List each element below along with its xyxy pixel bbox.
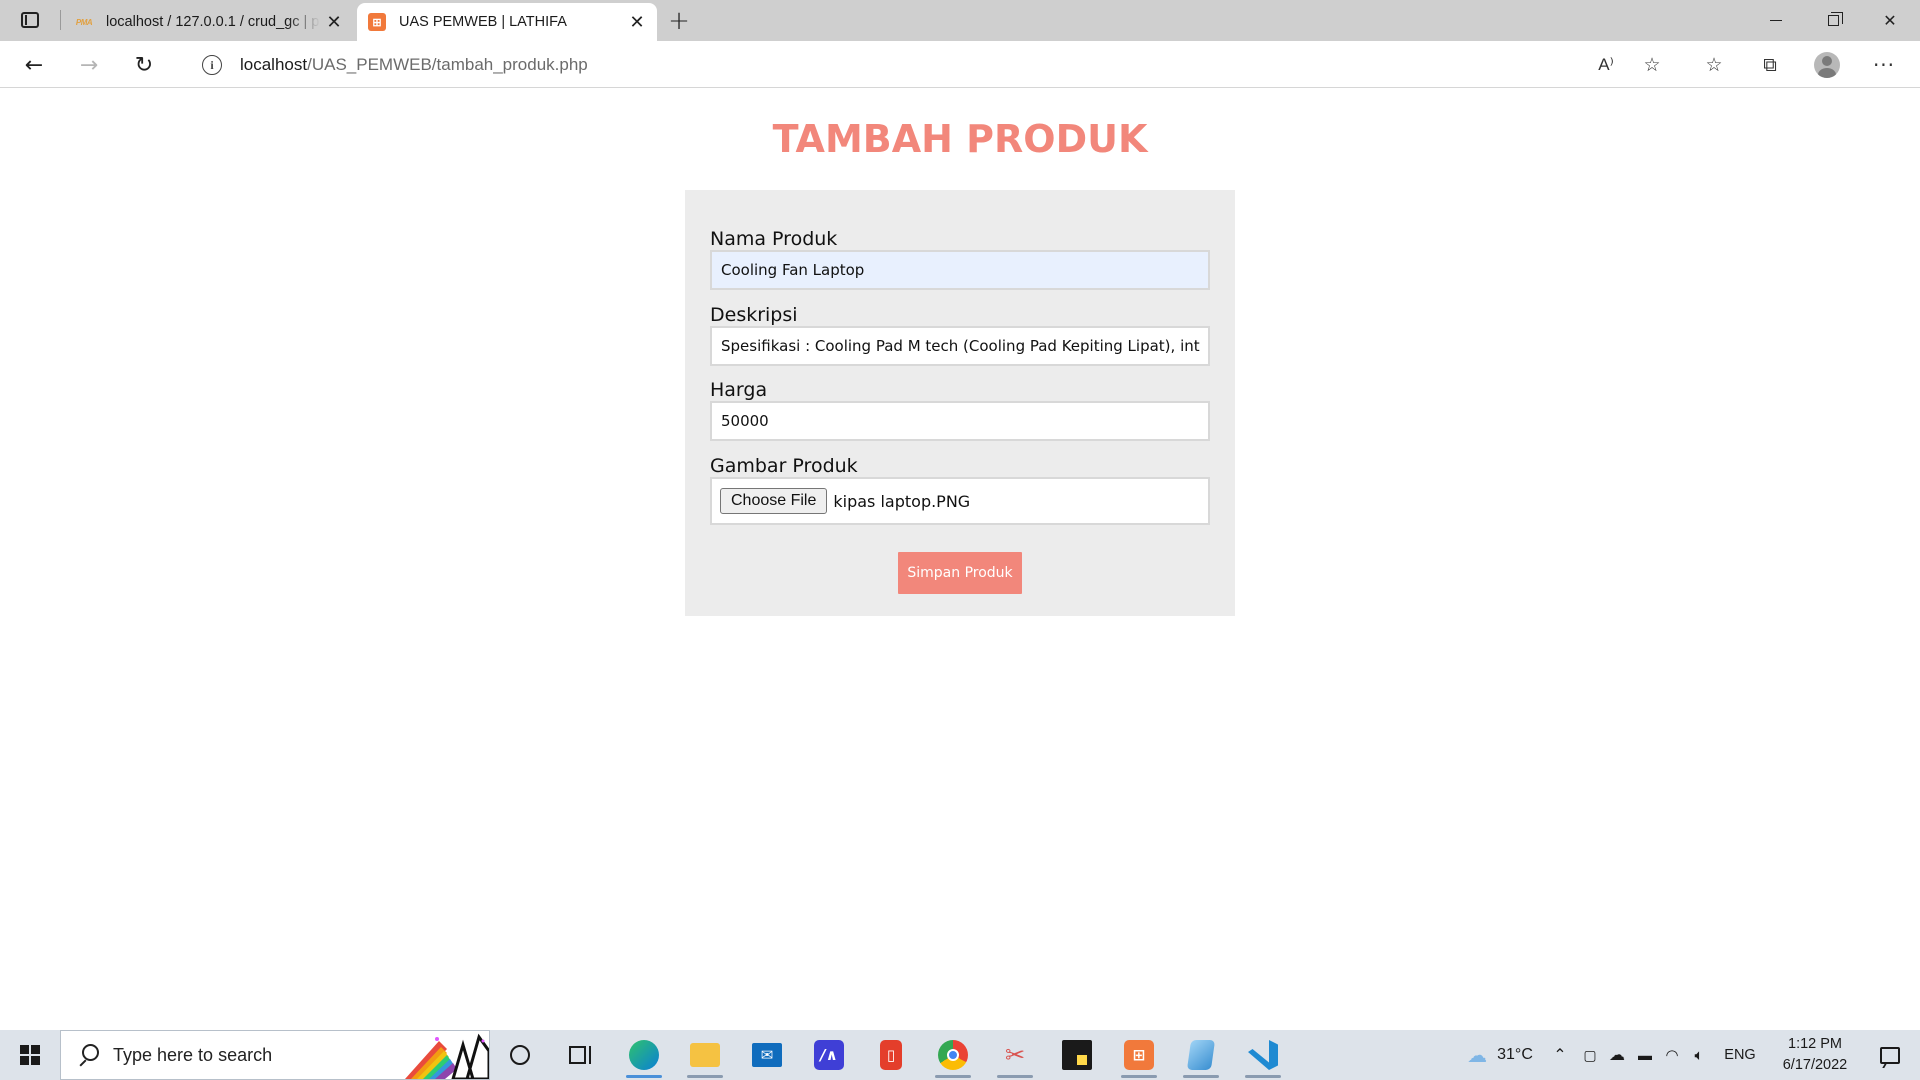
weather-widget[interactable]: ☁ 31°C: [1448, 1030, 1552, 1080]
clock-time: 1:12 PM: [1788, 1036, 1842, 1052]
page-content: TAMBAH PRODUK Nama Produk Cooling Fan La…: [0, 89, 1920, 1030]
search-icon: [77, 1044, 99, 1066]
save-product-button[interactable]: Simpan Produk: [898, 552, 1022, 594]
product-name-input[interactable]: Cooling Fan Laptop: [710, 250, 1210, 290]
collections-icon[interactable]: ⧉: [1752, 47, 1788, 83]
edge-icon: [629, 1040, 659, 1070]
snipping-tool-icon: ✂: [1004, 1041, 1026, 1069]
profile-button[interactable]: [1809, 47, 1845, 83]
windows-icon: [20, 1045, 40, 1065]
tab-separator: [60, 10, 61, 30]
taskbar-app-mail[interactable]: ✉: [737, 1030, 797, 1080]
tab-close-button[interactable]: ✕: [320, 8, 348, 36]
input-language[interactable]: ENG: [1718, 1030, 1762, 1080]
clock-date: 6/17/2022: [1782, 1057, 1848, 1073]
reload-button[interactable]: ↻: [126, 47, 162, 83]
minimize-button[interactable]: [1748, 0, 1804, 41]
taskbar-app-xampp[interactable]: ⊞: [1109, 1030, 1169, 1080]
restore-button[interactable]: [1805, 0, 1861, 41]
description-label: Deskripsi: [710, 304, 798, 326]
page-title: TAMBAH PRODUK: [772, 117, 1148, 161]
product-image-file-input: Choose File kipas laptop.PNG: [710, 477, 1210, 525]
sticky-notes-icon: [1062, 1040, 1092, 1070]
close-window-button[interactable]: ✕: [1862, 0, 1918, 41]
weather-temperature: 31°C: [1497, 1046, 1533, 1063]
add-product-form: Nama Produk Cooling Fan Laptop Deskripsi…: [685, 190, 1235, 616]
price-label: Harga: [710, 379, 768, 401]
battery-icon[interactable]: ▬: [1632, 1030, 1658, 1080]
site-info-icon[interactable]: i: [202, 55, 222, 75]
taskbar-app-vscode[interactable]: [1233, 1030, 1293, 1080]
file-explorer-icon: [690, 1043, 720, 1067]
onedrive-icon[interactable]: ☁: [1604, 1030, 1630, 1080]
choose-file-button[interactable]: Choose File: [720, 488, 828, 514]
read-aloud-icon[interactable]: A⁾: [1588, 47, 1624, 83]
volume-icon[interactable]: 🔈︎: [1686, 1030, 1712, 1080]
browser-tab-strip: PMA localhost / 127.0.0.1 / crud_gc | p …: [0, 0, 1920, 41]
tab-phpmyadmin[interactable]: PMA localhost / 127.0.0.1 / crud_gc | p …: [64, 3, 354, 41]
taskbar-app-office[interactable]: ▯: [861, 1030, 921, 1080]
notification-icon: [1880, 1046, 1900, 1064]
tab-title: UAS PEMWEB | LATHIFA: [399, 14, 567, 30]
price-input[interactable]: 50000: [710, 401, 1210, 441]
tab-actions-icon: [21, 12, 39, 28]
back-button[interactable]: ←: [16, 47, 52, 83]
taskbar-app-notepad[interactable]: [1171, 1030, 1231, 1080]
add-favorite-icon[interactable]: ☆: [1634, 47, 1670, 83]
tab-uas-pemweb[interactable]: ⊞ UAS PEMWEB | LATHIFA ✕: [357, 3, 657, 41]
taskbar-app-file-explorer[interactable]: [675, 1030, 735, 1080]
office-icon: ▯: [880, 1040, 902, 1070]
minimize-icon: [1770, 20, 1782, 21]
tab-actions-button[interactable]: [14, 6, 46, 34]
notification-center-button[interactable]: [1862, 1030, 1918, 1080]
product-image-label: Gambar Produk: [710, 455, 858, 477]
taskbar-app-chrome[interactable]: [923, 1030, 983, 1080]
taskbar-app-visual-studio[interactable]: /∧: [799, 1030, 859, 1080]
new-tab-button[interactable]: +: [664, 6, 694, 36]
url-text[interactable]: localhost/UAS_PEMWEB/tambah_produk.php: [240, 55, 588, 75]
restore-icon: [1827, 12, 1843, 26]
browser-toolbar: ← → ↻ i localhost/UAS_PEMWEB/tambah_prod…: [0, 41, 1920, 88]
taskbar-app-sticky-notes[interactable]: [1047, 1030, 1107, 1080]
xampp-icon: ⊞: [1124, 1040, 1154, 1070]
forward-button[interactable]: →: [71, 47, 107, 83]
visual-studio-icon: /∧: [814, 1040, 844, 1070]
weather-icon: ☁: [1467, 1044, 1488, 1067]
chrome-icon: [938, 1040, 968, 1070]
tab-title: localhost / 127.0.0.1 / crud_gc | p: [106, 14, 320, 30]
task-view-button[interactable]: [550, 1030, 610, 1080]
taskbar-app-snipping-tool[interactable]: ✂: [985, 1030, 1045, 1080]
cortana-icon: [510, 1045, 530, 1065]
start-button[interactable]: [0, 1030, 60, 1080]
show-hidden-icons-button[interactable]: ⌃: [1546, 1030, 1574, 1080]
favorites-icon[interactable]: ☆: [1696, 47, 1732, 83]
taskbar-search-box[interactable]: Type here to search: [60, 1030, 490, 1080]
description-input[interactable]: Spesifikasi : Cooling Pad M tech (Coolin…: [710, 326, 1210, 366]
search-placeholder: Type here to search: [113, 1044, 273, 1065]
cortana-button[interactable]: [490, 1030, 550, 1080]
address-bar[interactable]: i localhost/UAS_PEMWEB/tambah_produk.php: [180, 46, 1670, 84]
xampp-icon: ⊞: [367, 13, 387, 31]
selected-file-name: kipas laptop.PNG: [833, 491, 971, 511]
notepad-icon: [1186, 1040, 1216, 1070]
taskbar-app-edge[interactable]: [614, 1030, 674, 1080]
more-menu-icon[interactable]: ···: [1866, 47, 1902, 83]
phpmyadmin-icon: PMA: [75, 17, 93, 27]
vscode-icon: [1248, 1040, 1278, 1070]
mail-icon: ✉: [752, 1043, 782, 1067]
meet-now-icon[interactable]: ▢: [1578, 1030, 1602, 1080]
task-view-icon: [569, 1046, 591, 1064]
taskbar-clock[interactable]: 1:12 PM 6/17/2022: [1760, 1034, 1870, 1076]
avatar: [1814, 52, 1840, 78]
product-name-label: Nama Produk: [710, 228, 838, 250]
windows-taskbar: Type here to search ✉ /∧ ▯ ✂ ⊞ ☁ 31°C ⌃ …: [0, 1030, 1920, 1080]
wifi-icon[interactable]: ◠: [1660, 1030, 1684, 1080]
tab-close-button[interactable]: ✕: [623, 8, 651, 36]
search-highlight-illustration: [397, 1031, 489, 1079]
